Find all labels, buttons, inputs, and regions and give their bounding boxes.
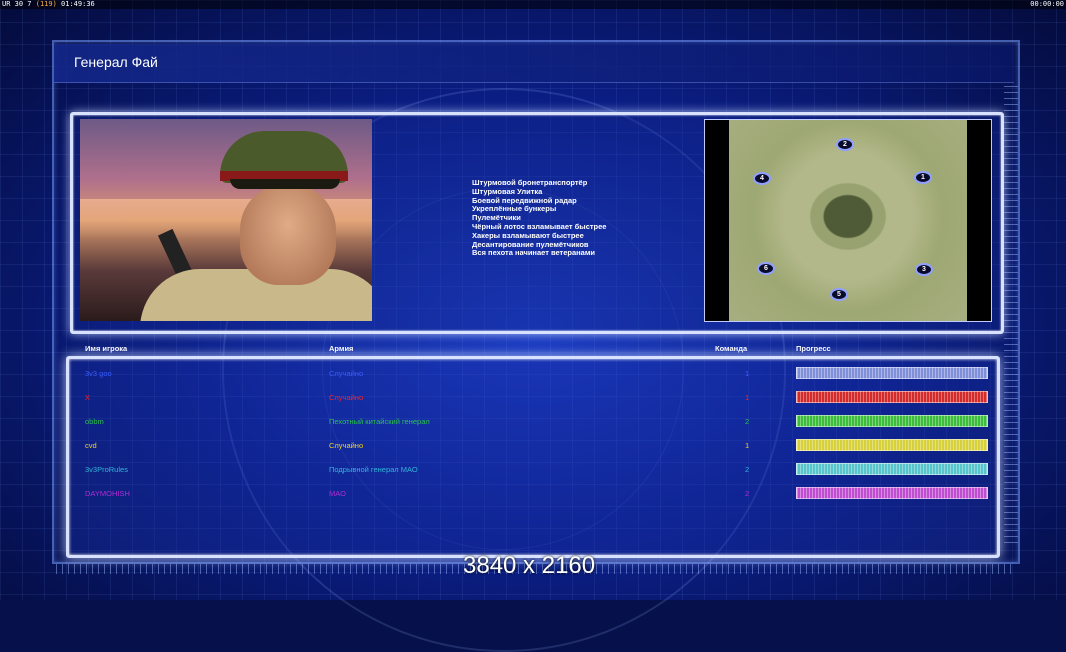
general-portrait (80, 119, 372, 321)
page-title: Генерал Фай (74, 54, 158, 70)
hud-left: UR 30 7 (119) 01:49:36 (2, 0, 95, 9)
bonus-item: Вся пехота начинает ветеранами (472, 248, 596, 258)
portrait-face (240, 185, 336, 285)
column-header-army: Армия (329, 344, 354, 353)
title-bar (54, 44, 1014, 83)
player-progress-bar (796, 487, 988, 499)
resolution-watermark: 3840 x 2160 (463, 552, 596, 579)
player-row: 3v3ProRules Подрывной генерал МАО 2 (0, 461, 1066, 477)
player-row: DAYMOHISH МАО 2 (0, 485, 1066, 501)
column-header-progress: Прогресс (796, 344, 831, 353)
start-position-6[interactable]: 6 (757, 262, 775, 275)
players-panel (66, 356, 1000, 558)
start-position-1[interactable]: 1 (914, 171, 932, 184)
player-army: Подрывной генерал МАО (329, 465, 418, 474)
player-row: cvd Случайно 1 (0, 437, 1066, 453)
player-army: Случайно (329, 441, 364, 450)
player-team: 1 (745, 393, 750, 402)
start-position-5[interactable]: 5 (830, 288, 848, 301)
column-header-name: Имя игрока (85, 344, 128, 353)
player-army: МАО (329, 489, 346, 498)
player-army: Пехотный китайский генерал (329, 417, 430, 426)
player-team: 2 (745, 417, 750, 426)
general-bonus-list: Штурмовой бронетранспортёр Штурмовая Улит… (472, 178, 606, 258)
player-team: 1 (745, 441, 750, 450)
start-position-4[interactable]: 4 (753, 172, 771, 185)
minimap: 2 4 1 6 3 5 (704, 119, 992, 322)
player-progress-bar (796, 415, 988, 427)
player-team: 2 (745, 489, 750, 498)
start-position-2[interactable]: 2 (836, 138, 854, 151)
column-header-team: Команда (715, 344, 748, 353)
player-army: Случайно (329, 369, 364, 378)
hud-time-right: 00:00:00 (1030, 0, 1064, 8)
player-progress-bar (796, 391, 988, 403)
player-name: cvd (85, 441, 97, 450)
player-name: 3v3ProRules (85, 465, 128, 474)
player-name: obbm (85, 417, 104, 426)
hud-prefix: UR 30 7 (2, 0, 32, 8)
player-progress-bar (796, 367, 988, 379)
portrait-visor (230, 179, 340, 189)
hud-time-left: 01:49:36 (61, 0, 95, 8)
player-progress-bar (796, 439, 988, 451)
player-row: obbm Пехотный китайский генерал 2 (0, 413, 1066, 429)
hud-dim: (119) (35, 0, 57, 8)
player-team: 1 (745, 369, 750, 378)
player-row: X Случайно 1 (0, 389, 1066, 405)
start-position-3[interactable]: 3 (915, 263, 933, 276)
hud-top-bar: UR 30 7 (119) 01:49:36 00:00:00 (0, 0, 1066, 9)
player-army: Случайно (329, 393, 364, 402)
player-progress-bar (796, 463, 988, 475)
ruler-right (1004, 86, 1018, 546)
player-name: X (85, 393, 91, 402)
player-name: 3v3 goo (85, 369, 112, 378)
player-team: 2 (745, 465, 750, 474)
player-row: 3v3 goo Случайно 1 (0, 365, 1066, 381)
player-name: DAYMOHISH (85, 489, 130, 498)
